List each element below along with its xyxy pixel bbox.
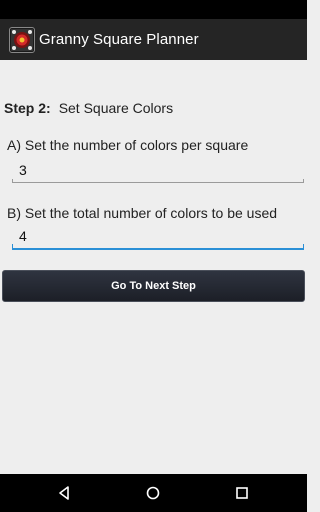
colors-per-square-input[interactable]: 3 bbox=[12, 157, 304, 183]
granny-square-icon bbox=[9, 26, 35, 53]
total-colors-value: 4 bbox=[19, 228, 27, 244]
status-bar bbox=[0, 0, 307, 19]
total-colors-label: B) Set the total number of colors to be … bbox=[7, 205, 278, 221]
colors-per-square-value: 3 bbox=[19, 161, 27, 178]
step-heading: Step 2: Set Square Colors bbox=[4, 100, 173, 116]
back-icon[interactable] bbox=[44, 474, 84, 512]
main-content: Step 2: Set Square Colors A) Set the num… bbox=[0, 60, 307, 474]
app-title: Granny Square Planner bbox=[39, 31, 199, 48]
navigation-bar bbox=[0, 474, 307, 512]
go-to-next-step-button[interactable]: Go To Next Step bbox=[2, 270, 305, 302]
step-number: Step 2: bbox=[4, 100, 51, 116]
action-bar: Granny Square Planner bbox=[0, 19, 307, 60]
total-colors-input[interactable]: 4 bbox=[12, 224, 304, 250]
recent-apps-icon[interactable] bbox=[222, 474, 262, 512]
step-title: Set Square Colors bbox=[58, 100, 174, 116]
colors-per-square-label: A) Set the number of colors per square bbox=[7, 137, 249, 153]
home-icon[interactable] bbox=[133, 474, 173, 512]
